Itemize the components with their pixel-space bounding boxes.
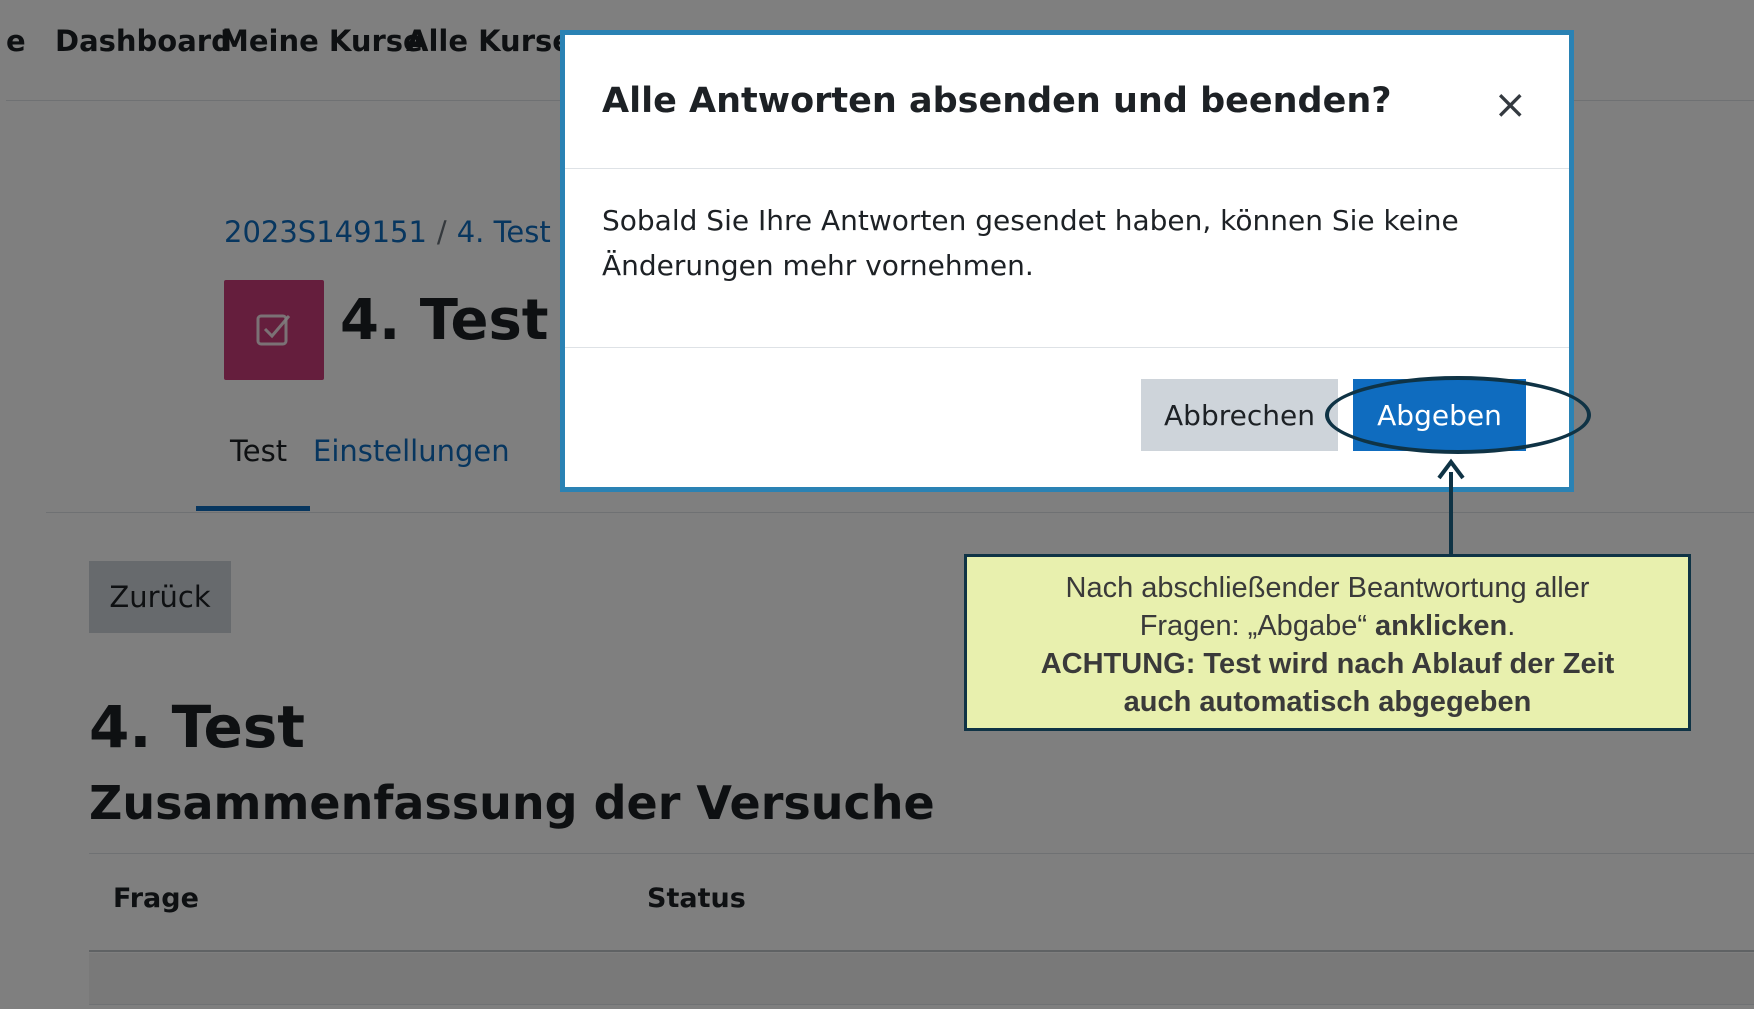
cancel-button[interactable]: Abbrechen bbox=[1141, 379, 1338, 451]
callout-warning: auch automatisch abgegeben bbox=[1123, 686, 1532, 718]
callout-text: . bbox=[1507, 610, 1516, 642]
callout-connector bbox=[1449, 472, 1453, 554]
instruction-callout: Nach abschließender Beantwortung aller F… bbox=[964, 554, 1691, 731]
modal-message-line: Änderungen mehr vornehmen. bbox=[602, 249, 1034, 282]
highlight-ellipse bbox=[1325, 376, 1591, 454]
callout-text: Fragen: „Abgabe“ bbox=[1139, 610, 1376, 642]
modal-title: Alle Antworten absenden und beenden? bbox=[602, 81, 1392, 121]
close-icon[interactable]: × bbox=[1493, 85, 1527, 125]
callout-line: Fragen: „Abgabe“ anklicken. bbox=[967, 607, 1688, 645]
modal-header: Alle Antworten absenden und beenden? × bbox=[565, 35, 1569, 169]
callout-warning: ACHTUNG: Test wird nach Ablauf der Zeit bbox=[1040, 648, 1615, 680]
modal-body: Sobald Sie Ihre Antworten gesendet haben… bbox=[602, 198, 1502, 288]
callout-emphasis: anklicken bbox=[1375, 610, 1508, 642]
modal-message-line: Sobald Sie Ihre Antworten gesendet haben… bbox=[602, 204, 1459, 237]
callout-line: Nach abschließender Beantwortung aller bbox=[1065, 572, 1590, 604]
